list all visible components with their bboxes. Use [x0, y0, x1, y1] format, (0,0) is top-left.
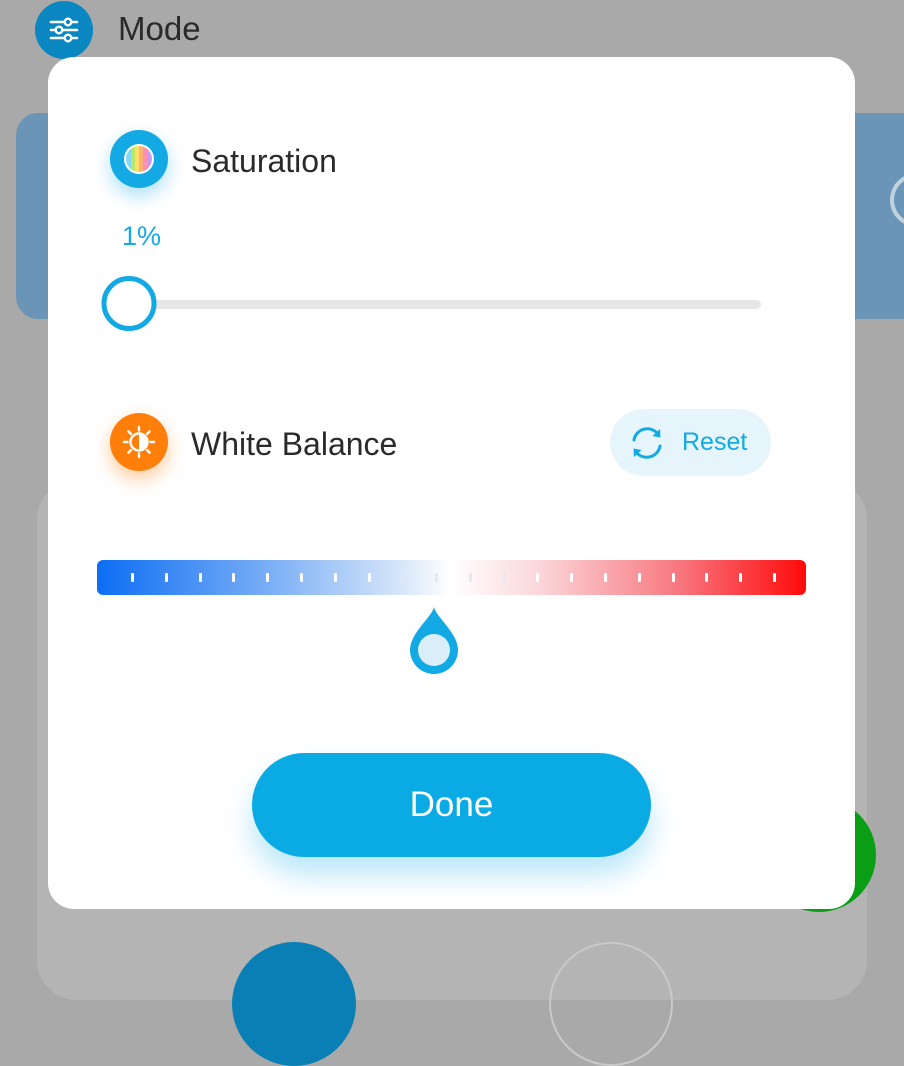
mode-icon-button[interactable] — [35, 1, 93, 59]
white-balance-tick — [165, 573, 168, 582]
white-balance-tick — [435, 573, 438, 582]
saturation-slider-thumb[interactable] — [101, 276, 157, 331]
background-circle-button — [232, 942, 356, 1066]
white-balance-tick — [469, 573, 472, 582]
white-balance-tick — [705, 573, 708, 582]
white-balance-tick — [368, 573, 371, 582]
white-balance-tick — [131, 573, 134, 582]
saturation-value: 1% — [122, 221, 162, 251]
background-outline-button — [549, 942, 673, 1066]
white-balance-tick — [739, 573, 742, 582]
white-balance-tick — [773, 573, 776, 582]
saturation-slider[interactable] — [101, 276, 761, 331]
white-balance-tick — [536, 573, 539, 582]
white-balance-tick — [266, 573, 269, 582]
white-balance-tick — [300, 573, 303, 582]
background-ring-icon — [890, 173, 904, 227]
white-balance-tick — [672, 573, 675, 582]
color-palette-icon — [110, 130, 168, 188]
saturation-title: Saturation — [191, 143, 337, 179]
mode-label: Mode — [118, 10, 201, 47]
white-balance-ticks — [97, 560, 806, 595]
white-balance-tick — [232, 573, 235, 582]
white-balance-handle[interactable] — [406, 605, 462, 679]
white-balance-title: White Balance — [191, 426, 398, 462]
white-balance-tick — [570, 573, 573, 582]
white-balance-tick — [638, 573, 641, 582]
reset-label: Reset — [682, 428, 748, 456]
white-balance-tick — [401, 573, 404, 582]
white-balance-slider[interactable] — [97, 560, 806, 595]
white-balance-tick — [199, 573, 202, 582]
done-button[interactable]: Done — [252, 753, 651, 857]
sliders-icon — [49, 17, 79, 43]
brightness-contrast-icon — [110, 413, 168, 471]
reset-button[interactable]: Reset — [610, 409, 771, 476]
white-balance-tick — [503, 573, 506, 582]
white-balance-tick — [604, 573, 607, 582]
droplet-handle-icon — [410, 607, 458, 674]
refresh-icon — [627, 423, 667, 463]
color-settings-dialog: Saturation 1% White Balance Reset Done — [48, 57, 855, 909]
white-balance-tick — [334, 573, 337, 582]
